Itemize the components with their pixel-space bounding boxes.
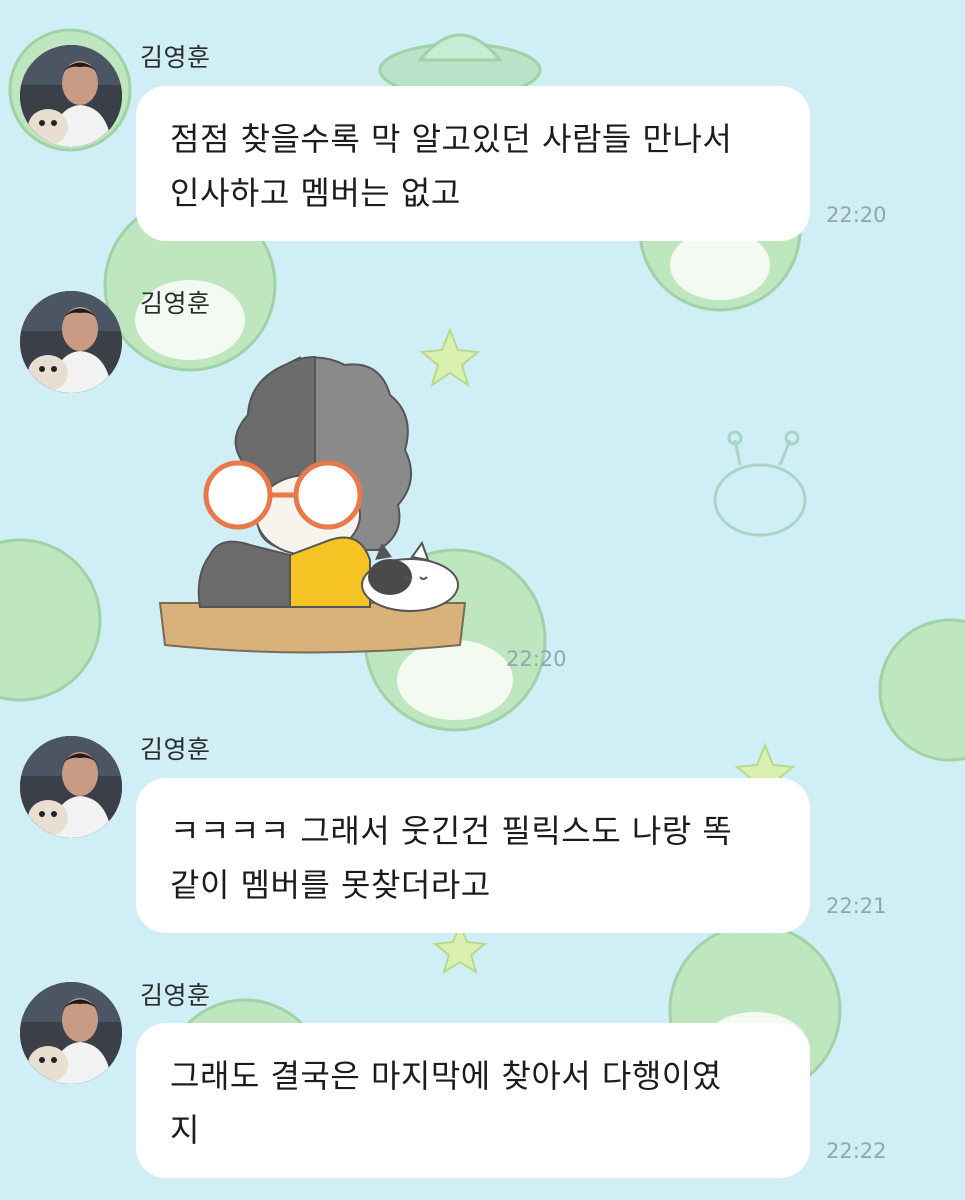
avatar[interactable] <box>20 982 122 1084</box>
message-bubble[interactable]: ㅋㅋㅋㅋ 그래서 웃긴건 필릭스도 나랑 똑 같이 멤버를 못찾더라고 <box>136 778 810 933</box>
afro-glasses-character-with-cat-sticker[interactable] <box>150 345 480 665</box>
message-text-line: ㅋㅋㅋㅋ 그래서 웃긴건 필릭스도 나랑 똑 <box>170 812 733 850</box>
message-timestamp: 22:20 <box>506 647 567 671</box>
message-timestamp: 22:21 <box>826 894 887 918</box>
sender-name: 김영훈 <box>140 981 211 1010</box>
chat-background: 김영훈 점점 찾을수록 막 알고있던 사람들 만나서 인사하고 멤버는 없고 2… <box>0 0 965 1200</box>
message-text-line: 지 <box>170 1111 200 1149</box>
avatar[interactable] <box>20 291 122 393</box>
message-bubble[interactable]: 그래도 결국은 마지막에 찾아서 다행이였 지 <box>136 1023 810 1178</box>
avatar[interactable] <box>20 736 122 838</box>
message-text-line: 그래도 결국은 마지막에 찾아서 다행이였 <box>170 1057 722 1095</box>
message-text-line: 점점 찾을수록 막 알고있던 사람들 만나서 <box>170 120 733 158</box>
message-text-line: 같이 멤버를 못찾더라고 <box>170 866 491 904</box>
message-timestamp: 22:22 <box>826 1139 887 1163</box>
message-text-line: 인사하고 멤버는 없고 <box>170 174 461 212</box>
sender-name: 김영훈 <box>140 289 211 318</box>
sender-name: 김영훈 <box>140 43 211 72</box>
sender-name: 김영훈 <box>140 735 211 764</box>
message-bubble[interactable]: 점점 찾을수록 막 알고있던 사람들 만나서 인사하고 멤버는 없고 <box>136 86 810 241</box>
message-timestamp: 22:20 <box>826 203 887 227</box>
avatar[interactable] <box>20 45 122 147</box>
